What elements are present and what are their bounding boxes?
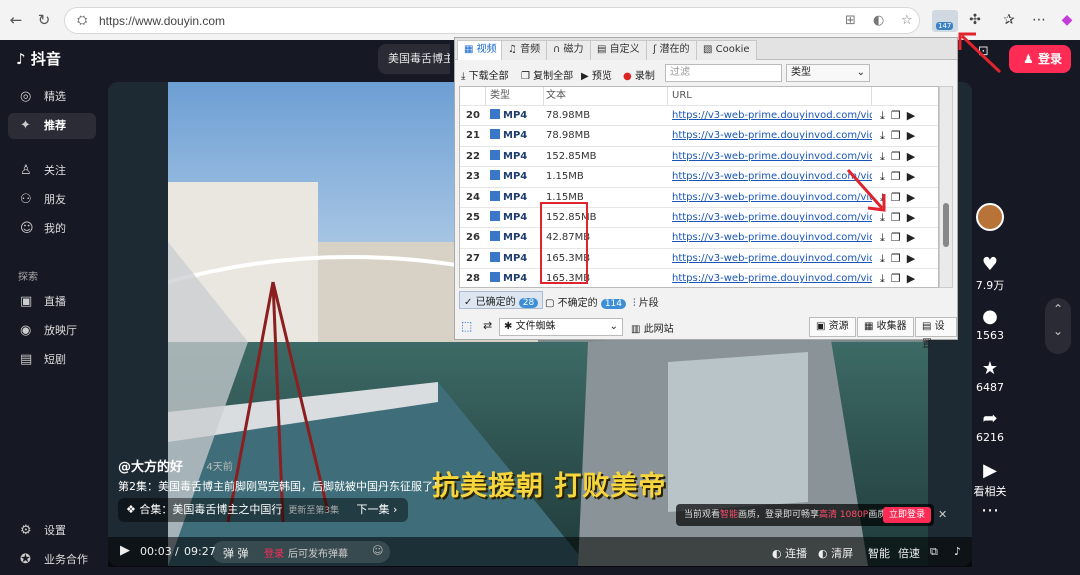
arrow-to-extension [958,32,1002,74]
arrow-to-download [846,168,886,212]
annotation-arrows [846,32,1002,212]
